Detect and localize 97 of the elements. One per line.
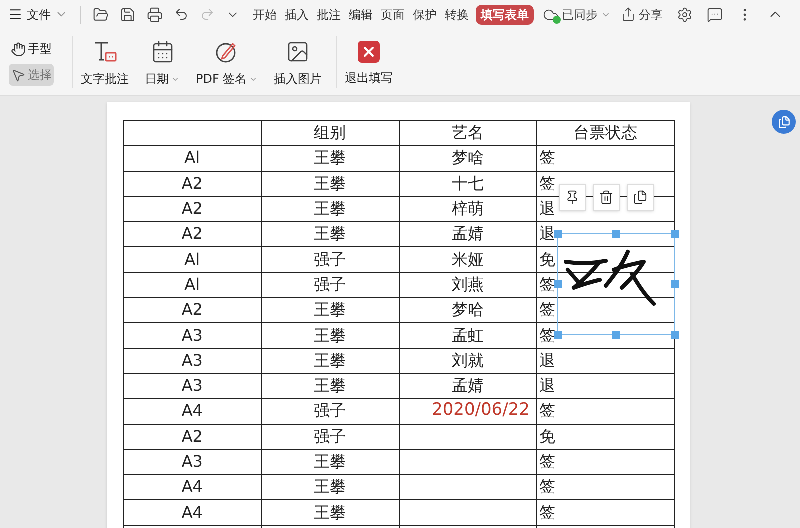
table-cell: 王攀 xyxy=(314,300,346,320)
table-cell: 强子 xyxy=(314,274,346,294)
table-cell: A2 xyxy=(182,300,203,320)
table-cell: 王攀 xyxy=(314,452,346,471)
toolbar-button[interactable]: 日期 xyxy=(137,36,188,88)
table-cell: 梓萌 xyxy=(452,199,484,218)
table-cell: 王攀 xyxy=(314,148,346,168)
tool-button[interactable]: 手型 xyxy=(9,38,54,60)
table-cell: 免 xyxy=(539,250,556,269)
ribbon-tab[interactable]: 保护 xyxy=(412,6,438,24)
copy-button[interactable] xyxy=(627,184,654,211)
toolbar-button[interactable]: 文字批注 xyxy=(73,36,137,88)
column-header: 组别 xyxy=(314,123,346,142)
side-panel-button[interactable] xyxy=(772,110,796,134)
table-cell: 梦哈 xyxy=(452,300,484,320)
table-cell: A3 xyxy=(182,350,203,370)
table-cell: 签 xyxy=(539,477,556,496)
table-cell: A2 xyxy=(182,426,203,446)
table-cell: Al xyxy=(184,148,200,168)
table-cell: Al xyxy=(184,274,200,294)
close-icon xyxy=(358,41,380,63)
table-cell: A2 xyxy=(182,199,203,218)
ribbon-tab[interactable]: 批注 xyxy=(316,6,342,24)
table-cell: 王攀 xyxy=(314,326,346,345)
table-cell: 签 xyxy=(539,174,556,193)
table-cell: Al xyxy=(184,250,200,269)
pointer-icon xyxy=(11,68,26,82)
table-cell: 刘燕 xyxy=(452,274,484,294)
undo-icon[interactable] xyxy=(174,7,189,22)
pin-icon xyxy=(565,190,580,205)
toolbar-button[interactable]: PDF 签名 xyxy=(188,36,266,88)
column-header: 台票状态 xyxy=(574,123,638,142)
table-cell: 强子 xyxy=(314,426,346,446)
settings-icon[interactable] xyxy=(677,6,693,22)
table-cell: 退 xyxy=(539,199,556,218)
comment-icon[interactable] xyxy=(707,6,723,22)
table-cell: 孟虹 xyxy=(452,326,484,345)
calendar-icon xyxy=(150,40,174,64)
table-cell: 免 xyxy=(539,426,556,446)
save-icon[interactable] xyxy=(120,6,136,22)
table-cell: 王攀 xyxy=(314,199,346,218)
hand-icon xyxy=(11,42,26,56)
trash-icon xyxy=(599,190,614,205)
ribbon-tab[interactable]: 编辑 xyxy=(348,6,374,24)
table-cell: 签 xyxy=(539,401,556,420)
open-folder-icon[interactable] xyxy=(93,6,109,22)
table-cell: A4 xyxy=(182,477,203,496)
table-cell: 签 xyxy=(539,300,556,320)
toolbar-button[interactable]: 退出填写 xyxy=(337,37,402,87)
date-text: 2020/06/22 xyxy=(432,402,530,419)
column-header: 艺名 xyxy=(452,123,484,142)
table-cell: 王攀 xyxy=(314,174,346,193)
pin-button[interactable] xyxy=(559,184,586,211)
table-cell: 王攀 xyxy=(314,477,346,496)
table-cell: 签 xyxy=(539,148,556,168)
signature-selection-drawing[interactable] xyxy=(554,230,680,339)
table-cell: 签 xyxy=(539,452,556,471)
sync-button[interactable]: 已同步 xyxy=(543,6,611,24)
copy-icon xyxy=(633,190,648,205)
table-cell: 梦啥 xyxy=(452,148,484,168)
ribbon-tab[interactable]: 填写表单 xyxy=(476,4,534,24)
table-cell: 王攀 xyxy=(314,224,346,244)
print-icon[interactable] xyxy=(147,6,163,22)
copy-icon xyxy=(778,116,790,128)
table-cell: 孟婧 xyxy=(452,224,484,244)
ribbon-tab[interactable]: 开始 xyxy=(252,6,278,24)
share-button[interactable]: 分享 xyxy=(621,6,663,24)
table-cell: 强子 xyxy=(314,401,346,420)
delete-button[interactable] xyxy=(593,184,620,211)
table-cell: A4 xyxy=(182,502,203,522)
file-menu[interactable]: 文件 xyxy=(8,6,76,24)
table-cell: A2 xyxy=(182,224,203,244)
image-icon xyxy=(286,40,310,64)
table-cell: A3 xyxy=(182,326,203,345)
table-cell: A2 xyxy=(182,174,203,193)
table-cell: A3 xyxy=(182,376,203,396)
menu-icon xyxy=(8,7,23,22)
table-cell: 王攀 xyxy=(314,376,346,396)
table-cell: 退 xyxy=(539,376,556,396)
table-cell: 米娅 xyxy=(452,250,484,269)
table-cell: 孟婧 xyxy=(452,376,484,396)
share-icon xyxy=(621,7,636,22)
table-cell: 签 xyxy=(539,502,556,522)
toolbar-button[interactable]: 插入图片 xyxy=(266,36,330,88)
text-note-icon xyxy=(92,40,118,64)
table-cell: 刘就 xyxy=(452,350,484,370)
ribbon-tab[interactable]: 页面 xyxy=(380,6,406,24)
ribbon-tab[interactable]: 转换 xyxy=(444,6,470,24)
table-cell: 王攀 xyxy=(314,502,346,522)
table-cell: 强子 xyxy=(314,250,346,269)
table-cell: 王攀 xyxy=(314,350,346,370)
table-cell: 退 xyxy=(539,350,556,370)
table-cell: 签 xyxy=(539,274,556,294)
table-cell: 十七 xyxy=(452,174,484,193)
table-cell: A4 xyxy=(182,401,203,420)
table-cell: A3 xyxy=(182,452,203,471)
ribbon-tab[interactable]: 插入 xyxy=(284,6,310,24)
